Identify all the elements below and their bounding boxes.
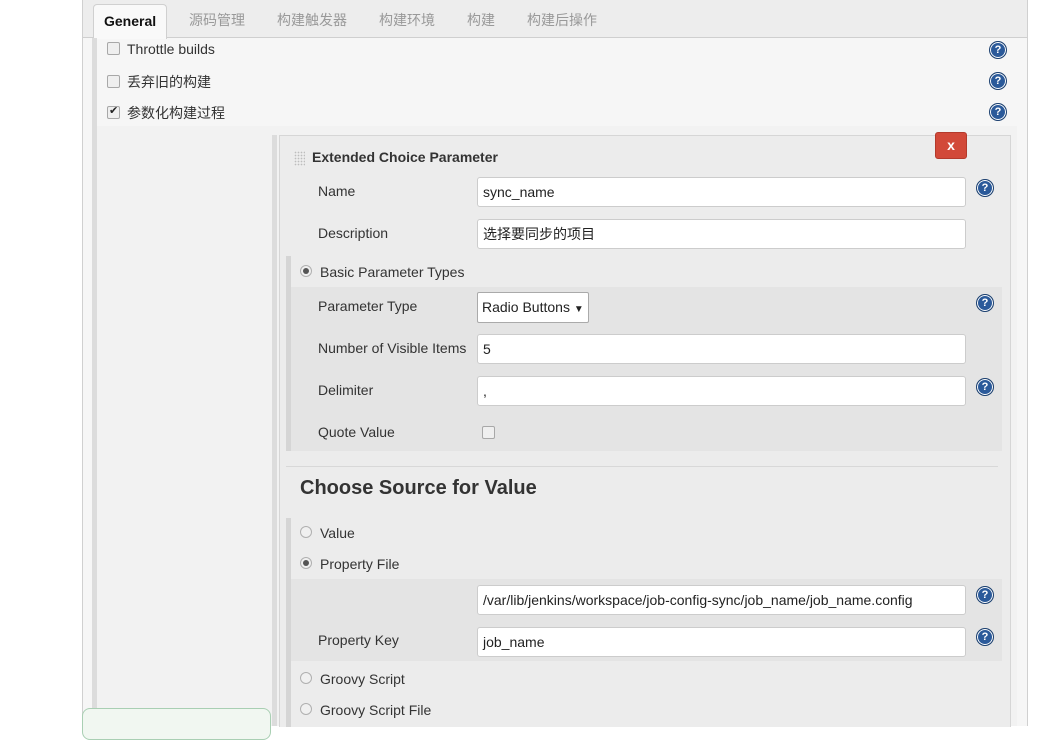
source-option-groovy-script-file[interactable]: Groovy Script File [300,702,431,718]
help-icon[interactable]: ? [976,628,994,646]
value-radio[interactable] [300,526,312,538]
help-icon[interactable]: ? [989,41,1007,59]
throttle-builds-label: Throttle builds [127,41,215,57]
parameterized-build-label: 参数化构建过程 [127,105,225,121]
visible-items-label: Number of Visible Items [318,340,467,356]
visible-items-input[interactable]: 5 [477,334,966,364]
delimiter-input[interactable]: , [477,376,966,406]
extended-choice-parameter-panel: Extended Choice Parameter x Name sync_na… [279,132,1011,727]
option-discard-old-builds[interactable]: 丢弃旧的构建 [107,72,211,92]
delete-parameter-button[interactable]: x [935,132,967,159]
help-icon[interactable]: ? [989,103,1007,121]
quote-value-label: Quote Value [318,424,395,440]
help-icon[interactable]: ? [976,586,994,604]
basic-parameter-types-label: Basic Parameter Types [320,264,465,280]
tab-source-management[interactable]: 源码管理 [179,4,255,37]
help-icon[interactable]: ? [976,179,994,197]
tab-general[interactable]: General [93,4,168,39]
throttle-builds-checkbox[interactable] [107,42,120,55]
help-icon[interactable]: ? [989,72,1007,90]
discard-old-builds-label: 丢弃旧的构建 [127,74,211,90]
description-label: Description [318,225,389,241]
parameters-bar [272,135,277,726]
parameterized-build-checkbox[interactable] [107,104,120,119]
source-option-property-file[interactable]: Property File [300,556,399,572]
config-frame: General 源码管理 构建触发器 构建环境 构建 构建后操作 Throttl… [82,0,1028,727]
property-file-label: Property File [320,556,400,572]
delimiter-label: Delimiter [318,382,374,398]
parameter-title: Extended Choice Parameter [312,149,498,165]
help-icon[interactable]: ? [976,378,994,396]
name-label: Name [318,183,356,199]
basic-parameter-types-radio[interactable] [300,265,312,277]
source-option-groovy-script[interactable]: Groovy Script [300,671,405,687]
divider [286,466,998,467]
parameter-type-value: Radio Buttons [482,299,570,315]
tab-post-build[interactable]: 构建后操作 [517,4,607,37]
quote-value-checkbox[interactable] [482,426,495,439]
parameter-type-label: Parameter Type [318,298,418,314]
source-option-value[interactable]: Value [300,525,355,541]
groovy-script-label: Groovy Script [320,671,405,687]
groovy-script-radio[interactable] [300,672,312,684]
property-key-label: Property Key [318,632,399,648]
discard-old-builds-checkbox[interactable] [107,75,120,88]
groovy-script-file-label: Groovy Script File [320,702,432,718]
groovy-script-file-radio[interactable] [300,703,312,715]
option-parameterized-build[interactable]: 参数化构建过程 [107,103,225,123]
parameter-type-select[interactable]: Radio Buttons ▼ [477,292,589,323]
tab-build-triggers[interactable]: 构建触发器 [267,4,357,37]
value-label: Value [320,525,355,541]
tab-build[interactable]: 构建 [457,4,505,37]
name-input[interactable]: sync_name [477,177,966,207]
property-file-radio[interactable] [300,557,312,569]
choose-source-heading: Choose Source for Value [300,477,537,499]
option-throttle-builds[interactable]: Throttle builds [107,41,215,57]
tab-bar: General 源码管理 构建触发器 构建环境 构建 构建后操作 [83,0,1027,39]
description-input[interactable]: 选择要同步的项目 [477,219,966,249]
notification-box [82,708,271,740]
property-file-input[interactable]: /var/lib/jenkins/workspace/job-config-sy… [477,585,966,615]
dropdown-arrow-icon: ▼ [573,304,584,315]
basic-parameter-types-option[interactable]: Basic Parameter Types [300,264,464,280]
tab-build-environment[interactable]: 构建环境 [369,4,445,37]
help-icon[interactable]: ? [976,294,994,312]
drag-handle-icon[interactable] [294,151,305,166]
property-key-input[interactable]: job_name [477,627,966,657]
